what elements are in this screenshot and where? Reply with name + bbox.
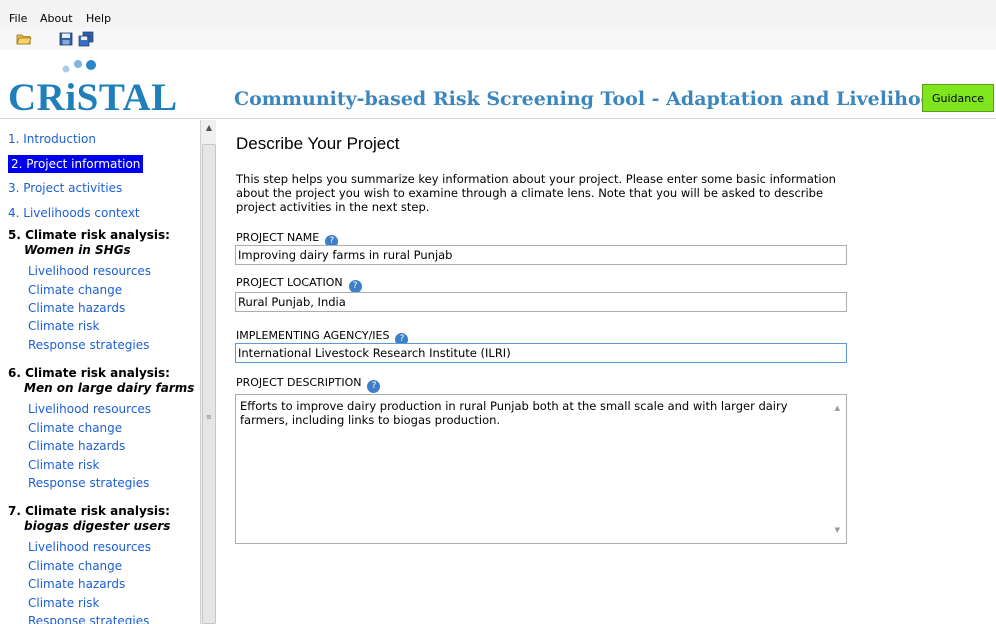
- toolbar: [0, 28, 996, 50]
- project-location-field[interactable]: Rural Punjab, India: [235, 292, 847, 312]
- section-7-climate-change[interactable]: Climate change: [28, 559, 122, 573]
- section-5-response-strategies[interactable]: Response strategies: [28, 338, 149, 352]
- section-5-climate-change[interactable]: Climate change: [28, 283, 122, 297]
- guidance-button[interactable]: Guidance: [922, 84, 994, 112]
- logo-text: CRiSTAL: [8, 76, 178, 119]
- section-6-climate-risk[interactable]: Climate risk: [28, 458, 99, 472]
- project-name-label-text: PROJECT NAME: [236, 231, 320, 244]
- implementing-agency-field[interactable]: International Livestock Research Institu…: [235, 343, 847, 363]
- sidebar-item-introduction[interactable]: 1. Introduction: [8, 132, 96, 146]
- section-5-livelihood-resources[interactable]: Livelihood resources: [28, 264, 151, 278]
- header-divider: [0, 118, 996, 119]
- section-6-climate-hazards[interactable]: Climate hazards: [28, 439, 125, 453]
- scrollbar-thumb[interactable]: ≡: [202, 144, 216, 624]
- section-7-subtitle: biogas digester users: [24, 519, 171, 533]
- menu-about[interactable]: About: [40, 12, 73, 25]
- implementing-agency-label-text: IMPLEMENTING AGENCY/IES: [236, 329, 390, 342]
- folder-open-icon[interactable]: [16, 31, 32, 47]
- section-6-title: 6. Climate risk analysis:: [8, 366, 170, 380]
- save-icon[interactable]: [58, 31, 74, 47]
- sidebar-scrollbar[interactable]: ▲ ≡: [200, 120, 216, 624]
- section-7-climate-risk[interactable]: Climate risk: [28, 596, 99, 610]
- menu-help[interactable]: Help: [86, 12, 111, 25]
- logo-dots-icon: [62, 60, 96, 73]
- help-icon[interactable]: ?: [367, 380, 381, 393]
- section-6-subtitle: Men on large dairy farms: [24, 381, 195, 395]
- sidebar-item-project-information[interactable]: 2. Project information: [8, 155, 144, 173]
- section-7-livelihood-resources[interactable]: Livelihood resources: [28, 540, 151, 554]
- textarea-scroll-down-icon[interactable]: ▼: [835, 523, 840, 537]
- section-5-subtitle: Women in SHGs: [24, 243, 131, 257]
- scroll-up-arrow-icon[interactable]: ▲: [201, 120, 217, 136]
- textarea-scroll-up-icon[interactable]: ▲: [835, 401, 840, 415]
- section-5-title: 5. Climate risk analysis:: [8, 228, 170, 242]
- section-6-climate-change[interactable]: Climate change: [28, 421, 122, 435]
- grip-icon: ≡: [206, 413, 212, 421]
- page-title: Describe Your Project: [236, 134, 400, 153]
- intro-text: This step helps you summarize key inform…: [236, 172, 836, 214]
- project-name-field[interactable]: Improving dairy farms in rural Punjab: [235, 245, 847, 265]
- section-6-response-strategies[interactable]: Response strategies: [28, 476, 149, 490]
- project-location-label: PROJECT LOCATION?: [236, 276, 362, 293]
- section-7-climate-hazards[interactable]: Climate hazards: [28, 577, 125, 591]
- app-title: Community-based Risk Screening Tool - Ad…: [234, 88, 958, 110]
- save-all-icon[interactable]: [78, 31, 94, 47]
- menu-bar: File About Help: [0, 0, 996, 28]
- project-description-textarea[interactable]: Efforts to improve dairy production in r…: [235, 394, 847, 544]
- main-content: Describe Your Project This step helps yo…: [216, 120, 996, 624]
- section-5-climate-risk[interactable]: Climate risk: [28, 319, 99, 333]
- section-6-livelihood-resources[interactable]: Livelihood resources: [28, 402, 151, 416]
- project-description-label: PROJECT DESCRIPTION?: [236, 376, 381, 393]
- section-7-response-strategies[interactable]: Response strategies: [28, 614, 149, 624]
- section-5-climate-hazards[interactable]: Climate hazards: [28, 301, 125, 315]
- menu-file[interactable]: File: [9, 12, 27, 25]
- section-7-title: 7. Climate risk analysis:: [8, 504, 170, 518]
- sidebar-item-livelihoods-context[interactable]: 4. Livelihoods context: [8, 206, 140, 220]
- project-description-label-text: PROJECT DESCRIPTION: [236, 376, 362, 389]
- sidebar: 1. Introduction 2. Project information 3…: [0, 120, 200, 624]
- cristal-logo: CRiSTAL: [8, 55, 178, 119]
- project-location-label-text: PROJECT LOCATION: [236, 276, 343, 289]
- project-description-text: Efforts to improve dairy production in r…: [240, 399, 788, 427]
- sidebar-item-project-activities[interactable]: 3. Project activities: [8, 181, 122, 195]
